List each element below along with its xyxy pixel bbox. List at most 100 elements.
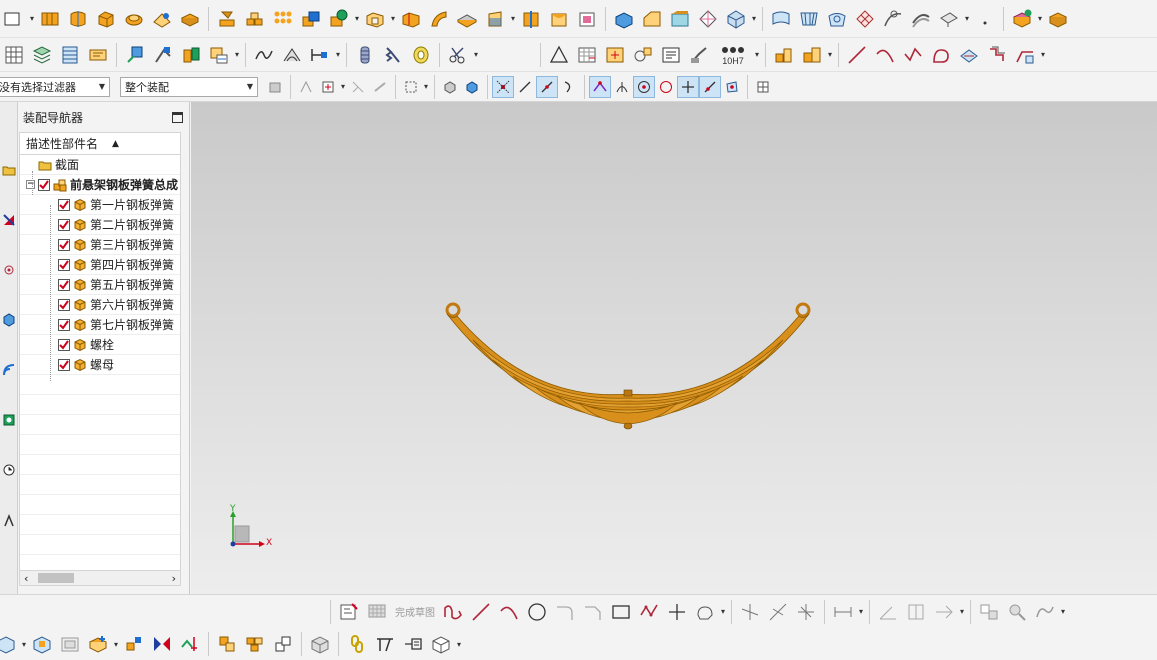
quick-trim-button[interactable] (736, 598, 764, 626)
leaf-spring-model[interactable] (191, 102, 1157, 594)
snap-endpoint-button[interactable] (492, 75, 514, 98)
filter-component-button[interactable] (264, 76, 286, 98)
quick-extend-button[interactable] (764, 598, 792, 626)
face-blend-button[interactable] (666, 5, 694, 33)
tree-part-row[interactable]: 第六片钢板弹簧 (20, 295, 180, 315)
auto-constrain-button[interactable] (930, 598, 958, 626)
dropdown-arrow[interactable]: ▾ (28, 5, 36, 33)
tree-part-row[interactable]: 第二片钢板弹簧 (20, 215, 180, 235)
wave-button[interactable] (205, 41, 233, 69)
layers-button[interactable] (28, 41, 56, 69)
snap-midpoint-button[interactable] (536, 75, 558, 98)
studio-spline-button[interactable] (899, 41, 927, 69)
snap-line-button[interactable] (514, 76, 536, 98)
new-component-button[interactable] (0, 630, 20, 658)
edge-blend-button[interactable] (610, 5, 638, 33)
offset-curve-button[interactable] (983, 41, 1011, 69)
add-component-button[interactable] (1008, 5, 1036, 33)
fillet-button[interactable] (551, 598, 579, 626)
dropdown-arrow[interactable]: ▾ (353, 5, 361, 33)
visibility-checkbox[interactable] (58, 318, 70, 331)
datum-feature-button[interactable] (629, 41, 657, 69)
snap-existing-point-button[interactable] (677, 75, 699, 98)
snap-control-point-button[interactable] (589, 75, 611, 98)
resource-tab-history[interactable] (0, 406, 18, 434)
scroll-thumb[interactable] (38, 573, 74, 583)
snap-settings-button[interactable] (752, 76, 774, 98)
mirror-assembly-button[interactable] (177, 41, 205, 69)
assembly-constraints-button[interactable] (149, 41, 177, 69)
dropdown-arrow[interactable]: ▾ (455, 630, 463, 658)
tolerance-button[interactable]: 10H7 (713, 41, 753, 69)
finish-sketch-label[interactable]: 完成草图 (391, 604, 439, 619)
scissors-button[interactable] (444, 41, 472, 69)
leaf-2[interactable] (472, 339, 784, 410)
make-corner-button[interactable] (792, 598, 820, 626)
tree-part-row[interactable]: 第一片钢板弹簧 (20, 195, 180, 215)
dropdown-arrow[interactable]: ▾ (1039, 41, 1047, 69)
text-note-button[interactable] (657, 41, 685, 69)
dropdown-arrow[interactable]: ▾ (509, 5, 517, 33)
assembly-scope-combo[interactable]: 整个装配 ▼ (120, 76, 258, 97)
snap-point-on-face-button[interactable] (721, 76, 743, 98)
dropdown-arrow[interactable]: ▾ (719, 598, 727, 626)
horizontal-scrollbar[interactable]: ‹ › (19, 570, 181, 586)
visibility-checkbox[interactable] (58, 198, 70, 211)
kinematics-button[interactable] (427, 630, 455, 658)
trim-body-button[interactable] (545, 5, 573, 33)
sketch-settings-button[interactable] (1031, 598, 1059, 626)
chamfer-button[interactable] (638, 5, 666, 33)
arc-button[interactable] (871, 41, 899, 69)
mesh-surface-button[interactable] (851, 5, 879, 33)
tree-part-row[interactable]: 第四片钢板弹簧 (20, 255, 180, 275)
spline-button[interactable] (250, 41, 278, 69)
center-bolt[interactable] (623, 389, 633, 397)
resource-tab-hd3d[interactable] (0, 306, 18, 334)
tree-folder-row[interactable]: 截面 (20, 155, 180, 175)
visibility-checkbox[interactable] (58, 278, 70, 291)
pyramid-button[interactable] (694, 5, 722, 33)
pad-button[interactable] (120, 5, 148, 33)
dropdown-arrow[interactable]: ▾ (112, 630, 120, 658)
array-button[interactable] (269, 5, 297, 33)
composite-curve-button[interactable] (1011, 41, 1039, 69)
grid-button[interactable] (0, 41, 28, 69)
select-face-button[interactable] (461, 76, 483, 98)
arrangement-button[interactable] (241, 630, 269, 658)
draft-button[interactable] (481, 5, 509, 33)
subtract-button[interactable] (325, 5, 353, 33)
tree-part-row[interactable]: 第七片钢板弹簧 (20, 315, 180, 335)
sketch-button[interactable] (335, 598, 363, 626)
sketch-tool-button[interactable] (0, 5, 28, 33)
offset-face-button[interactable] (397, 5, 425, 33)
resource-tab-system-materials[interactable] (0, 456, 18, 484)
helix-button[interactable] (927, 41, 955, 69)
visibility-checkbox[interactable] (38, 178, 50, 191)
part-family-button[interactable] (798, 41, 826, 69)
boss-button[interactable] (176, 5, 204, 33)
clamp-button[interactable] (371, 630, 399, 658)
visibility-checkbox[interactable] (58, 338, 70, 351)
finish-sketch-flag-button[interactable] (363, 598, 391, 626)
dropdown-arrow[interactable]: ▾ (753, 41, 761, 69)
show-constraints-button[interactable] (902, 598, 930, 626)
geometric-constraint-button[interactable] (874, 598, 902, 626)
spring-eye-right[interactable] (795, 302, 811, 318)
resource-tab-web-browser[interactable] (0, 356, 18, 384)
select-body-button[interactable] (439, 76, 461, 98)
dropdown-arrow[interactable]: ▾ (1036, 5, 1044, 33)
trim-sheet-button[interactable] (935, 5, 963, 33)
polygon-button[interactable] (635, 598, 663, 626)
sweep-button[interactable] (425, 5, 453, 33)
maximize-icon[interactable] (172, 111, 183, 123)
dimension-sketch-button[interactable] (829, 598, 857, 626)
snap-quadrant-button[interactable] (655, 76, 677, 98)
column-header[interactable]: 描述性部件名 ▲ (20, 133, 180, 155)
dropdown-arrow[interactable]: ▾ (857, 598, 865, 626)
feature-frame-button[interactable] (601, 41, 629, 69)
snap-curve-button[interactable] (558, 76, 580, 98)
snap-arc-center-button[interactable] (633, 75, 655, 98)
solid-button[interactable] (722, 5, 750, 33)
circle-button[interactable] (523, 598, 551, 626)
center-nut[interactable] (623, 422, 633, 430)
